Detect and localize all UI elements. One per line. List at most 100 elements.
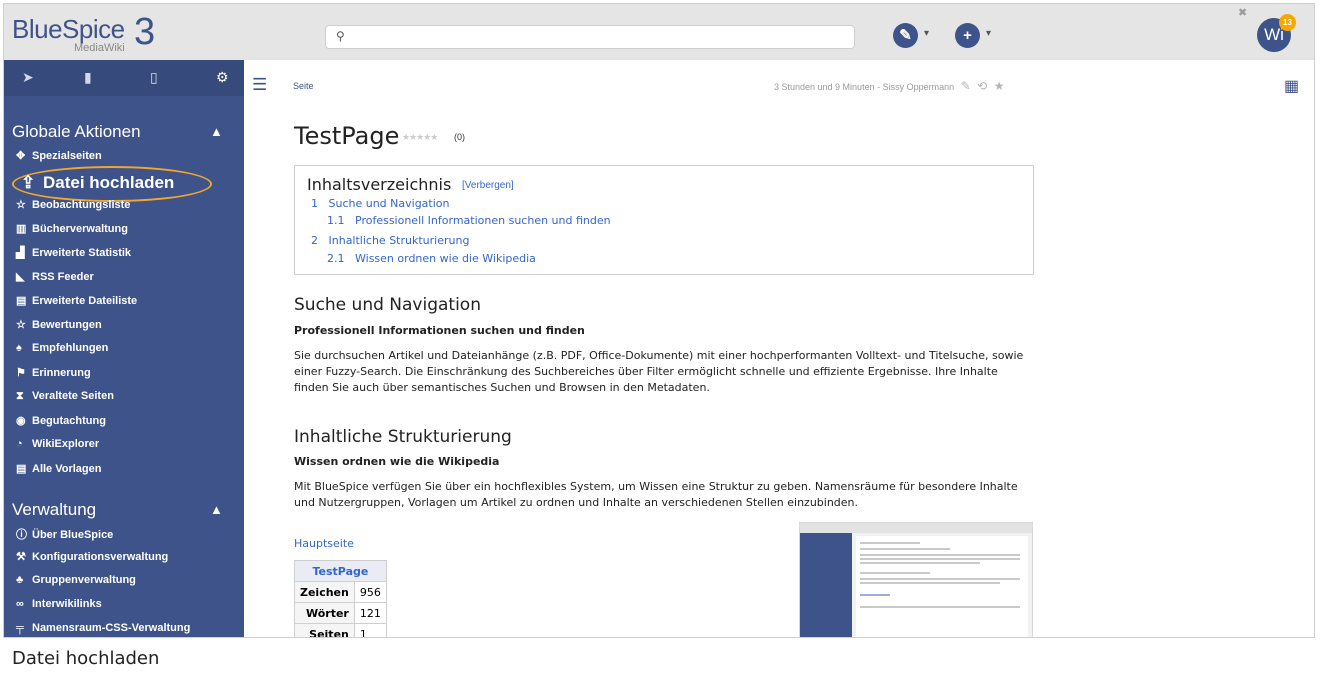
toc-entry[interactable]: 1 Suche und Navigation (311, 197, 450, 210)
toc-title: Inhaltsverzeichnis (307, 175, 452, 194)
screenshot-thumbnail[interactable] (799, 522, 1033, 637)
screenshot-frame: BlueSpice MediaWiki 3 ⚲ ✎ ▾ + ▾ ✖ Wi 13 … (3, 3, 1315, 638)
sidebar-item-wikiexplorer[interactable]: ◔ WikiExplorer (16, 438, 99, 456)
chevron-down-icon[interactable]: ▾ (924, 28, 929, 39)
sidebar-item-label: WikiExplorer (32, 438, 100, 450)
filelist-icon: ▤ (16, 295, 27, 307)
toc-text: Inhaltliche Strukturierung (328, 234, 470, 247)
sidebar-item-label: Konfigurationsverwaltung (32, 551, 169, 563)
section-subheading: Wissen ordnen wie die Wikipedia (294, 455, 500, 468)
rating-stars[interactable]: ★★★★★ (402, 132, 438, 143)
chevron-down-icon[interactable]: ▾ (986, 28, 991, 39)
sidebar-item-bewertungen[interactable]: ☆ Bewertungen (16, 318, 102, 336)
new-menu-button[interactable]: + (955, 23, 980, 48)
table-row: Wörter 121 (294, 602, 387, 624)
breadcrumb[interactable]: Seite (293, 81, 314, 91)
toc-toggle-link[interactable]: [Verbergen] (462, 180, 514, 191)
pencil-icon: ✎ (899, 27, 912, 44)
puzzle-icon: ✥ (16, 150, 26, 162)
eye-icon: ◉ (16, 415, 26, 427)
image-caption: Datei hochladen (12, 648, 160, 669)
bluespice-logo[interactable]: BlueSpice MediaWiki 3 (12, 12, 162, 54)
sidebar-item-namensraum-css[interactable]: ╤ Namensraum-CSS-Verwaltung (16, 622, 191, 637)
sidebar-item-ueber-bluespice[interactable]: ⓘ Über BlueSpice (16, 526, 113, 544)
comments-icon[interactable]: ✎ (961, 79, 971, 93)
hamburger-icon[interactable]: ☰ (252, 75, 267, 95)
main-page-link[interactable]: Hauptseite (294, 537, 354, 550)
sidebar-item-erinnerung[interactable]: ⚑ Erinnerung (16, 366, 91, 384)
sidebar-item-alle-vorlagen[interactable]: ▤ Alle Vorlagen (16, 462, 101, 480)
toc-text: Professionell Informationen suchen und f… (355, 214, 611, 227)
sidebar-item-label: Namensraum-CSS-Verwaltung (32, 622, 191, 634)
sidebar-item-buecherverwaltung[interactable]: ▥ Bücherverwaltung (16, 222, 128, 240)
template-icon: ▤ (16, 463, 27, 475)
info-icon: ⓘ (16, 529, 27, 541)
close-icon[interactable]: ✖ (1238, 6, 1247, 19)
sidebar-item-veraltete-seiten[interactable]: ⧗ Veraltete Seiten (16, 390, 114, 408)
sidebar-item-label: Datei hochladen (43, 173, 175, 192)
sidebar-item-beobachtungsliste[interactable]: ☆ Beobachtungsliste (16, 198, 130, 216)
sidebar-item-label: Gruppenverwaltung (32, 574, 136, 586)
group-icon: ♣ (16, 574, 24, 586)
toc-entry[interactable]: 2 Inhaltliche Strukturierung (311, 234, 469, 247)
search-icon: ⚲ (336, 29, 345, 43)
sidebar-item-label: Erweiterte Dateiliste (32, 295, 138, 307)
toc-entry[interactable]: 1.1 Professionell Informationen suchen u… (327, 214, 611, 227)
notification-badge: 13 (1279, 14, 1296, 31)
fire-icon: ♠ (16, 342, 22, 354)
section-title-verwaltung[interactable]: Verwaltung (12, 500, 96, 520)
gear-icon[interactable]: ⚙ (216, 69, 229, 86)
stats-value: 1 (353, 623, 387, 637)
stats-label: Seiten (294, 623, 355, 637)
logo-subtext: MediaWiki (74, 42, 125, 54)
sidebar-item-begutachtung[interactable]: ◉ Begutachtung (16, 414, 106, 432)
sidebar-item-label: Bücherverwaltung (32, 223, 128, 235)
sidebar-item-label: Interwikilinks (32, 598, 102, 610)
star-icon[interactable]: ★ (994, 79, 1005, 93)
navigation-icon[interactable]: ➤ (22, 69, 34, 86)
section-title-global-actions[interactable]: Globale Aktionen (12, 122, 141, 142)
toc-number: 2.1 (327, 252, 345, 265)
rating-count: (0) (454, 132, 465, 142)
sidebar: ➤ ▮ ▯ ⚙ Globale Aktionen ▲ ✥ Spezialseite… (4, 60, 244, 637)
compass-icon: ◔ (16, 438, 23, 450)
clipboard-icon[interactable]: ▯ (150, 69, 158, 86)
sidebar-item-erweiterte-statistik[interactable]: ▟ Erweiterte Statistik (16, 246, 131, 264)
sidebar-item-erweiterte-dateiliste[interactable]: ▤ Erweiterte Dateiliste (16, 294, 137, 312)
sidebar-item-interwikilinks[interactable]: ∞ Interwikilinks (16, 598, 102, 616)
sidebar-item-spezialseiten[interactable]: ✥ Spezialseiten (16, 149, 102, 167)
chevron-up-icon[interactable]: ▲ (210, 502, 223, 517)
sidebar-item-empfehlungen[interactable]: ♠ Empfehlungen (16, 342, 108, 360)
search-input[interactable]: ⚲ (325, 25, 855, 49)
toc-number: 2 (311, 234, 318, 247)
sidebar-item-datei-hochladen[interactable]: ⇪ Datei hochladen (21, 173, 174, 193)
edit-menu-button[interactable]: ✎ (893, 23, 918, 48)
chevron-up-icon[interactable]: ▲ (210, 124, 223, 139)
history-icon[interactable]: ⟲ (977, 79, 987, 93)
toc-entry[interactable]: 2.1 Wissen ordnen wie die Wikipedia (327, 252, 536, 265)
apps-grid-icon[interactable]: ▦ (1284, 76, 1299, 96)
thumbnail-header (800, 523, 1032, 533)
avatar[interactable]: Wi 13 (1257, 14, 1296, 52)
book-icon[interactable]: ▮ (84, 69, 92, 86)
sidebar-item-gruppenverwaltung[interactable]: ♣ Gruppenverwaltung (16, 574, 136, 592)
toc-number: 1.1 (327, 214, 345, 227)
last-edit-text[interactable]: 3 Stunden und 9 Minuten - Sissy Opperman… (774, 82, 954, 92)
thumbnail-content (856, 536, 1028, 637)
sidebar-item-label: Über BlueSpice (32, 529, 114, 541)
star-icon: ☆ (16, 319, 26, 331)
sidebar-item-label: Alle Vorlagen (32, 463, 102, 475)
thumbnail-sidebar (800, 533, 852, 637)
sidebar-item-rss-feeder[interactable]: ◣ RSS Feeder (16, 270, 94, 288)
sidebar-item-label: Bewertungen (32, 319, 102, 331)
paint-icon: ╤ (16, 622, 24, 634)
toc-text: Wissen ordnen wie die Wikipedia (355, 252, 536, 265)
page-stats-table: TestPage Zeichen 956 Wörter 121 Seiten 1 (294, 560, 387, 637)
flag-icon: ⚑ (16, 367, 26, 379)
stats-header[interactable]: TestPage (294, 560, 387, 582)
page-title: TestPage (294, 122, 400, 150)
rss-icon: ◣ (16, 271, 25, 283)
wrench-icon: ⚒ (16, 551, 26, 563)
books-icon: ▥ (16, 223, 27, 235)
sidebar-item-konfigurationsverwaltung[interactable]: ⚒ Konfigurationsverwaltung (16, 550, 168, 568)
